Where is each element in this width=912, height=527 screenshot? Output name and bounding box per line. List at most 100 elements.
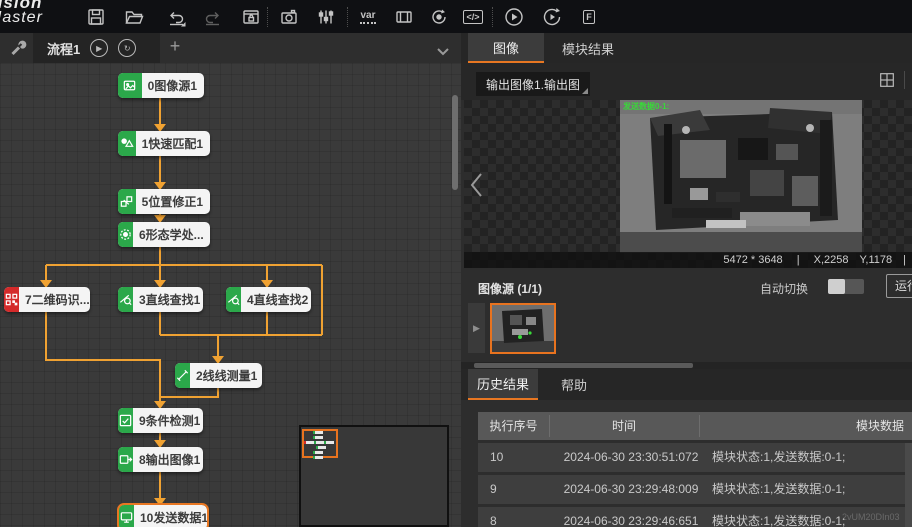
- cell-data: 模块状态:1,发送数据:0-1;: [712, 475, 845, 504]
- wrench-icon[interactable]: [8, 38, 28, 58]
- fast-match-icon: [118, 131, 136, 156]
- viewer-toolbar-separator: [904, 71, 905, 89]
- flow-canvas[interactable]: 0图像源1 1快速匹配1 5位置修正1 6形态学处... 7二维码识... 3直…: [0, 63, 461, 527]
- flow-tab[interactable]: 流程1 ▶ ↻: [33, 33, 160, 63]
- col-time: 时间: [549, 412, 699, 440]
- column-separator: [549, 415, 550, 437]
- lock-window-icon[interactable]: [240, 6, 262, 28]
- toolbar-separator: [347, 7, 348, 27]
- right-panel-tabbar: 图像 模块结果: [461, 33, 912, 63]
- qrcode-icon: [4, 287, 19, 312]
- script-icon[interactable]: </>: [462, 6, 484, 28]
- cell-time: 2024-06-30 23:29:48:009: [556, 475, 706, 504]
- watermark-text: 2vUM20DIn03: [842, 512, 900, 522]
- flow-node[interactable]: 8输出图像1: [118, 447, 203, 472]
- cell-seq: 9: [490, 475, 497, 504]
- cell-seq: 10: [490, 443, 503, 472]
- send-data-icon: [119, 505, 134, 527]
- flow-minimap[interactable]: [299, 425, 449, 527]
- column-separator: [699, 415, 700, 437]
- run-continuous-icon[interactable]: [541, 6, 563, 28]
- history-table: 执行序号 时间 模块数据 10 2024-06-30 23:30:51:072 …: [478, 412, 912, 527]
- canvas-vertical-scrollbar[interactable]: [452, 95, 458, 190]
- inspection-photo: [620, 100, 862, 253]
- position-fix-icon: [118, 189, 136, 214]
- image-status-bar: 5472 * 3648 | X,2258 Y,1178 |: [464, 252, 912, 268]
- line-measure-icon: [175, 363, 190, 388]
- image-source-label: 图像源 (1/1): [478, 280, 542, 297]
- minimap-node: [314, 441, 324, 444]
- adjust-sliders-icon[interactable]: [315, 6, 337, 28]
- flow-tab-label: 流程1: [47, 39, 80, 58]
- redo-icon[interactable]: [202, 6, 224, 28]
- flow-node-selected[interactable]: 10发送数据1: [119, 505, 207, 527]
- history-tabbar: 历史结果 帮助: [461, 369, 912, 400]
- toggle-knob: [828, 279, 845, 294]
- cell-seq: 8: [490, 507, 497, 527]
- image-thumbnail[interactable]: [490, 303, 556, 354]
- history-table-header: 执行序号 时间 模块数据: [478, 412, 912, 440]
- format-icon[interactable]: F: [578, 6, 600, 28]
- history-vertical-scrollbar[interactable]: [905, 443, 912, 527]
- app-logo: Vision Master: [0, 0, 80, 33]
- morphology-icon: [118, 222, 133, 247]
- flow-run-loop-icon[interactable]: ↻: [118, 39, 136, 57]
- line-find-icon: [226, 287, 241, 312]
- undo-icon[interactable]: [165, 6, 187, 28]
- cell-data: 模块状态:1,发送数据:0-1;: [712, 507, 845, 527]
- tab-history-result[interactable]: 历史结果: [468, 369, 538, 400]
- previous-image-chevron-icon[interactable]: [468, 170, 484, 205]
- history-row[interactable]: 9 2024-06-30 23:29:48:009 模块状态:1,发送数据:0-…: [478, 475, 912, 504]
- run-button[interactable]: 运行: [886, 274, 912, 298]
- viewer-toolbar: 输出图像1.输出图: [461, 63, 912, 100]
- tab-module-result[interactable]: 模块结果: [544, 33, 632, 63]
- flow-node[interactable]: 5位置修正1: [118, 189, 210, 214]
- minimap-node: [313, 436, 323, 439]
- auto-switch-toggle[interactable]: [828, 279, 864, 294]
- result-overlay-text: 发送数据0-1:: [623, 101, 669, 112]
- minimap-node: [313, 431, 323, 434]
- tab-help[interactable]: 帮助: [538, 369, 610, 400]
- flow-node[interactable]: 2线线测量1: [175, 363, 262, 388]
- layout-grid-icon[interactable]: [878, 71, 896, 94]
- minimap-node: [313, 456, 323, 459]
- condition-check-icon: [118, 408, 133, 433]
- history-row[interactable]: 10 2024-06-30 23:30:51:072 模块状态:1,发送数据:0…: [478, 443, 912, 472]
- run-once-icon[interactable]: [503, 6, 525, 28]
- auto-switch-label: 自动切换: [760, 280, 808, 297]
- thumbnail-expander-icon[interactable]: ▶: [468, 303, 485, 353]
- camera-icon[interactable]: [278, 6, 300, 28]
- io-module-icon[interactable]: [393, 6, 415, 28]
- flow-header-bar: 流程1 ▶ ↻ +: [0, 33, 461, 63]
- cell-data: 模块状态:1,发送数据:0-1;: [712, 443, 845, 472]
- global-trigger-icon[interactable]: [428, 6, 450, 28]
- thumbnail-strip: ▶: [461, 300, 912, 360]
- line-find-icon: [118, 287, 133, 312]
- flow-node[interactable]: 4直线查找2: [226, 287, 311, 312]
- flow-node[interactable]: 0图像源1: [118, 73, 204, 98]
- scrollbar-thumb[interactable]: [474, 363, 693, 368]
- flow-list-chevron-icon[interactable]: [436, 43, 450, 61]
- flow-node[interactable]: 1快速匹配1: [118, 131, 210, 156]
- flow-run-once-icon[interactable]: ▶: [90, 39, 108, 57]
- minimap-node: [316, 446, 326, 449]
- cell-time: 2024-06-30 23:30:51:072: [556, 443, 706, 472]
- variables-icon[interactable]: var: [357, 6, 379, 28]
- image-source-dropdown[interactable]: 输出图像1.输出图: [476, 72, 590, 96]
- flow-node[interactable]: 7二维码识...: [4, 287, 90, 312]
- thumbnail-horizontal-scrollbar[interactable]: [461, 362, 912, 369]
- open-folder-icon[interactable]: [123, 6, 145, 28]
- add-flow-button[interactable]: +: [163, 36, 187, 57]
- toolbar-separator: [267, 7, 268, 27]
- minimap-node: [324, 441, 334, 444]
- flow-node[interactable]: 9条件检测1: [118, 408, 203, 433]
- flow-node[interactable]: 6形态学处...: [118, 222, 210, 247]
- image-source-bar: 图像源 (1/1) 自动切换 运行: [461, 272, 912, 300]
- top-toolbar: Vision Master var: [0, 0, 912, 33]
- col-exec-seq: 执行序号: [478, 412, 549, 440]
- tab-image[interactable]: 图像: [468, 33, 544, 63]
- output-image-icon: [118, 447, 133, 472]
- image-source-icon: [118, 73, 142, 98]
- flow-node[interactable]: 3直线查找1: [118, 287, 203, 312]
- save-icon[interactable]: [85, 6, 107, 28]
